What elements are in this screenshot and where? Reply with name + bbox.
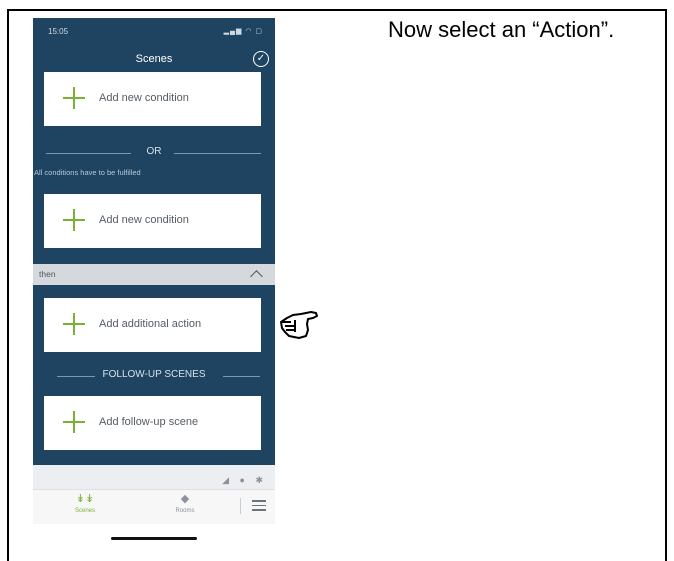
scenes-icon: ↡↡ bbox=[75, 493, 95, 505]
plus-icon bbox=[63, 411, 85, 433]
conditions-note: All conditions have to be fulfilled bbox=[34, 168, 141, 177]
tab-label: Scenes bbox=[74, 508, 95, 514]
tab-label: Rooms bbox=[175, 508, 195, 514]
or-divider: OR bbox=[33, 146, 275, 160]
add-action-label: Add additional action bbox=[99, 318, 202, 330]
home-indicator[interactable] bbox=[111, 537, 197, 540]
divider-line bbox=[223, 376, 260, 377]
conditions-panel: Add new condition OR All conditions have… bbox=[33, 72, 275, 264]
add-followup-label: Add follow-up scene bbox=[99, 416, 199, 428]
chevron-up-icon[interactable] bbox=[250, 270, 263, 283]
followup-divider: FOLLOW-UP SCENES bbox=[33, 369, 275, 383]
status-time: 15:05 bbox=[48, 27, 69, 36]
divider-line bbox=[174, 153, 261, 154]
then-section-header[interactable]: then bbox=[33, 264, 275, 285]
status-icons: ▂▄▆ ◠ ▢ bbox=[223, 28, 263, 35]
add-condition-label: Add new condition bbox=[99, 92, 189, 104]
add-action-button[interactable]: Add additional action bbox=[44, 298, 261, 352]
add-condition-label: Add new condition bbox=[99, 214, 189, 226]
add-condition-button-2[interactable]: Add new condition bbox=[44, 194, 261, 248]
device-icons-strip: ◢ ● ✱ bbox=[33, 465, 275, 489]
add-followup-scene-button[interactable]: Add follow-up scene bbox=[44, 396, 261, 450]
or-label: OR bbox=[146, 146, 162, 157]
pointing-hand-icon bbox=[280, 311, 318, 339]
page-title: Scenes bbox=[135, 53, 173, 65]
actions-panel: Add additional action FOLLOW-UP SCENES A… bbox=[33, 285, 275, 465]
nav-bar: Scenes ✓ bbox=[33, 48, 275, 72]
status-bar: 15:05 ▂▄▆ ◠ ▢ bbox=[33, 18, 275, 48]
plus-icon bbox=[63, 209, 85, 231]
add-condition-button[interactable]: Add new condition bbox=[44, 72, 261, 126]
instruction-text: Now select an “Action”. bbox=[388, 17, 615, 42]
phone-screen: 15:05 ▂▄▆ ◠ ▢ Scenes ✓ Add new condition… bbox=[33, 18, 275, 550]
confirm-check-icon[interactable]: ✓ bbox=[253, 51, 269, 67]
then-label: then bbox=[39, 269, 56, 279]
plus-icon bbox=[63, 87, 85, 109]
tab-rooms[interactable]: ◆ Rooms bbox=[155, 493, 215, 514]
hamburger-menu-icon[interactable] bbox=[252, 500, 266, 514]
followup-header: FOLLOW-UP SCENES bbox=[102, 369, 206, 380]
tab-scenes[interactable]: ↡↡ Scenes bbox=[55, 493, 115, 514]
device-status-icons: ◢ ● ✱ bbox=[222, 475, 267, 485]
rooms-icon: ◆ bbox=[180, 493, 190, 505]
tab-separator bbox=[240, 498, 241, 514]
plus-icon bbox=[63, 313, 85, 335]
tab-bar: ↡↡ Scenes ◆ Rooms bbox=[33, 489, 275, 524]
